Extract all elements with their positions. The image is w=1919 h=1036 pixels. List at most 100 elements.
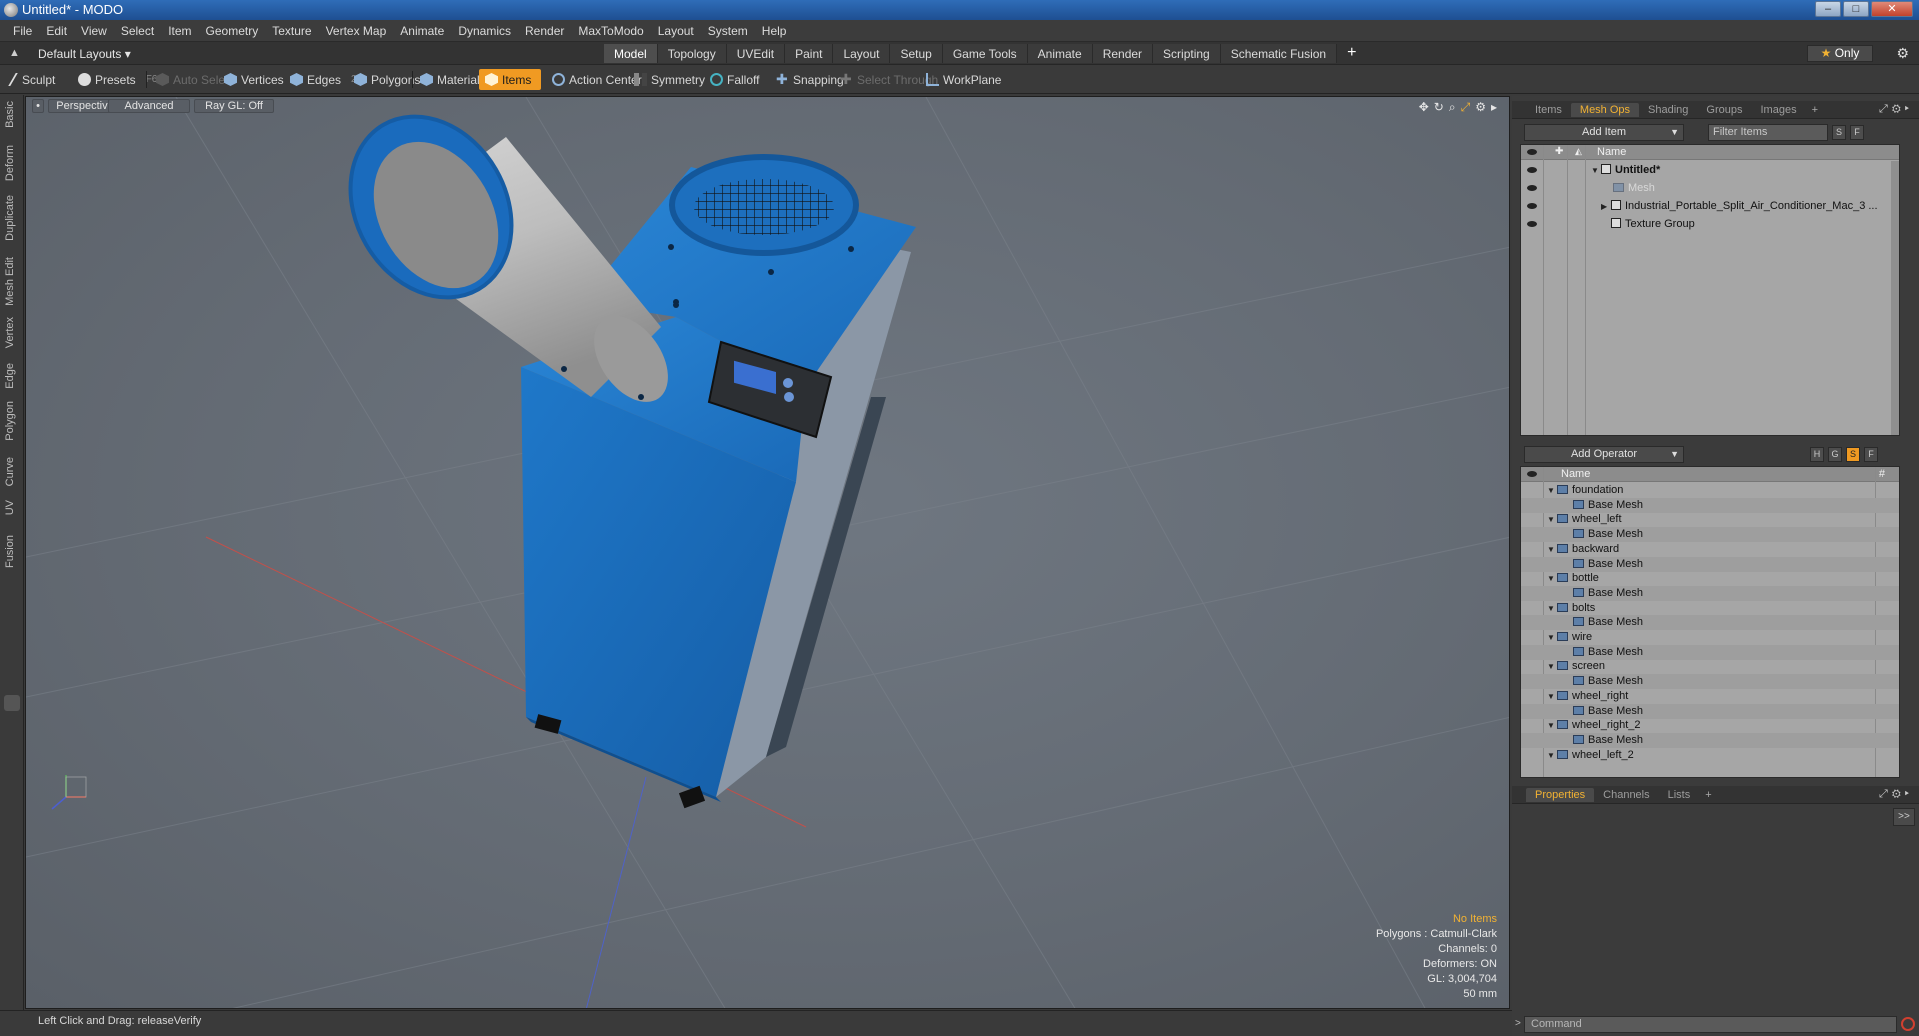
visibility-icon[interactable]: [1527, 221, 1537, 227]
expand-arrow-icon[interactable]: ▶: [1601, 198, 1611, 216]
zoom-icon[interactable]: ⌕: [1449, 100, 1456, 115]
expand-arrow-icon[interactable]: ▼: [1547, 630, 1557, 645]
vtab-fusion[interactable]: Fusion: [4, 535, 16, 568]
vtab-vertex[interactable]: Vertex: [4, 317, 16, 348]
operator-row-base-mesh[interactable]: Base Mesh: [1521, 703, 1899, 719]
vtab-polygon[interactable]: Polygon: [4, 401, 16, 441]
tab-properties[interactable]: Properties: [1526, 787, 1595, 802]
tab-scripting[interactable]: Scripting: [1153, 44, 1221, 63]
vtab-edge[interactable]: Edge: [4, 363, 16, 389]
menu-texture[interactable]: Texture: [265, 24, 318, 38]
operator-row-mesh[interactable]: ▼ wheel_left_2: [1521, 748, 1899, 763]
tab-render[interactable]: Render: [1092, 44, 1154, 63]
add-panel-tab-button[interactable]: +: [1699, 789, 1717, 801]
add-panel-tab-button[interactable]: +: [1806, 104, 1824, 116]
filter-s-button[interactable]: S: [1832, 125, 1846, 140]
expand-button[interactable]: >>: [1893, 808, 1915, 826]
tree-row-texture-group[interactable]: Texture Group: [1521, 215, 1899, 233]
operator-row-mesh[interactable]: ▼ wheel_right_2: [1521, 718, 1899, 733]
menu-geometry[interactable]: Geometry: [199, 24, 266, 38]
command-input[interactable]: Command: [1524, 1016, 1897, 1033]
tab-game-tools[interactable]: Game Tools: [942, 44, 1028, 63]
tab-model[interactable]: Model: [604, 44, 658, 63]
operator-row-mesh[interactable]: ▼ foundation: [1521, 483, 1899, 498]
3d-viewport[interactable]: • Perspective Advanced Ray GL: Off ✥ ↻ ⌕…: [25, 96, 1510, 1009]
tab-uvedit[interactable]: UVEdit: [726, 44, 786, 63]
close-button[interactable]: ✕: [1871, 1, 1913, 17]
menu-dynamics[interactable]: Dynamics: [451, 24, 518, 38]
add-tab-button[interactable]: +: [1337, 44, 1366, 63]
operator-f-button[interactable]: F: [1864, 447, 1878, 462]
vtab-mesh-edit[interactable]: Mesh Edit: [4, 257, 16, 306]
rotate-icon[interactable]: ↻: [1434, 100, 1444, 115]
vtab-duplicate[interactable]: Duplicate: [4, 195, 16, 241]
operator-row-mesh[interactable]: ▼ wheel_right: [1521, 689, 1899, 704]
viewport-menu-dot[interactable]: •: [32, 99, 44, 113]
tree-row-mesh[interactable]: Mesh: [1521, 179, 1899, 197]
operator-row-base-mesh[interactable]: Base Mesh: [1521, 644, 1899, 660]
operator-h-button[interactable]: H: [1810, 447, 1824, 462]
raygl-toggle[interactable]: Ray GL: Off: [194, 99, 274, 113]
menu-system[interactable]: System: [701, 24, 755, 38]
expand-arrow-icon[interactable]: ▼: [1547, 718, 1557, 733]
tab-mesh-ops[interactable]: Mesh Ops: [1570, 102, 1640, 117]
tab-lists[interactable]: Lists: [1659, 788, 1700, 802]
vtab-deform[interactable]: Deform: [4, 145, 16, 181]
fit-icon[interactable]: ⤢: [1461, 100, 1471, 115]
expand-arrow-icon[interactable]: ▼: [1547, 512, 1557, 527]
operator-row-mesh[interactable]: ▼ wheel_left: [1521, 512, 1899, 527]
sculpt-button[interactable]: Sculpt: [6, 69, 61, 90]
tab-shading[interactable]: Shading: [1639, 103, 1697, 117]
panel-options-icons[interactable]: ⤢⚙▸: [1879, 788, 1913, 801]
operator-row-mesh[interactable]: ▼ screen: [1521, 659, 1899, 674]
tab-images[interactable]: Images: [1752, 103, 1806, 117]
tab-groups[interactable]: Groups: [1697, 103, 1751, 117]
visibility-icon[interactable]: [1527, 167, 1537, 173]
toolbox-toggle-button[interactable]: [4, 695, 20, 711]
operator-row-base-mesh[interactable]: Base Mesh: [1521, 615, 1899, 631]
menu-select[interactable]: Select: [114, 24, 161, 38]
add-operator-dropdown[interactable]: Add Operator ▼: [1524, 446, 1684, 463]
tab-schematic-fusion[interactable]: Schematic Fusion: [1220, 44, 1338, 63]
operator-s-button[interactable]: S: [1846, 447, 1860, 462]
operator-g-button[interactable]: G: [1828, 447, 1842, 462]
operator-row-mesh[interactable]: ▼ bolts: [1521, 601, 1899, 616]
layout-menu-icon[interactable]: ▲: [9, 47, 20, 59]
operator-row-mesh[interactable]: ▼ backward: [1521, 542, 1899, 557]
viewport-expand-icon[interactable]: ▸: [1491, 100, 1497, 115]
operator-row-base-mesh[interactable]: Base Mesh: [1521, 497, 1899, 513]
symmetry-button[interactable]: Symmetry: [628, 69, 711, 90]
expand-arrow-icon[interactable]: ▼: [1591, 162, 1601, 180]
expand-arrow-icon[interactable]: ▼: [1547, 659, 1557, 674]
tab-paint[interactable]: Paint: [785, 44, 834, 63]
operator-row-base-mesh[interactable]: Base Mesh: [1521, 527, 1899, 543]
visibility-icon[interactable]: [1527, 185, 1537, 191]
vtab-basic[interactable]: Basic: [4, 101, 16, 128]
tab-setup[interactable]: Setup: [890, 44, 943, 63]
only-toggle[interactable]: ★ Only: [1807, 45, 1873, 62]
menu-render[interactable]: Render: [518, 24, 571, 38]
tab-animate[interactable]: Animate: [1027, 44, 1093, 63]
tab-items[interactable]: Items: [1526, 103, 1571, 117]
tab-layout[interactable]: Layout: [833, 44, 891, 63]
record-icon[interactable]: [1901, 1017, 1915, 1031]
menu-vertex-map[interactable]: Vertex Map: [319, 24, 394, 38]
visibility-icon[interactable]: [1527, 203, 1537, 209]
menu-view[interactable]: View: [74, 24, 114, 38]
items-button[interactable]: Items: [479, 69, 541, 90]
menu-maxtomodo[interactable]: MaxToModo: [571, 24, 650, 38]
menu-edit[interactable]: Edit: [39, 24, 74, 38]
tab-topology[interactable]: Topology: [657, 44, 727, 63]
expand-arrow-icon[interactable]: ▼: [1547, 542, 1557, 557]
items-scrollbar[interactable]: [1891, 161, 1899, 435]
operator-row-base-mesh[interactable]: Base Mesh: [1521, 732, 1899, 748]
expand-arrow-icon[interactable]: ▼: [1547, 601, 1557, 616]
expand-arrow-icon[interactable]: ▼: [1547, 689, 1557, 704]
tree-row-scene[interactable]: ▼ Untitled*: [1521, 161, 1899, 179]
expand-arrow-icon[interactable]: ▼: [1547, 748, 1557, 763]
menu-item[interactable]: Item: [161, 24, 198, 38]
operator-row-mesh[interactable]: ▼ wire: [1521, 630, 1899, 645]
operator-row-base-mesh[interactable]: Base Mesh: [1521, 556, 1899, 572]
operator-row-base-mesh[interactable]: Base Mesh: [1521, 674, 1899, 690]
vtab-uv[interactable]: UV: [4, 500, 16, 515]
